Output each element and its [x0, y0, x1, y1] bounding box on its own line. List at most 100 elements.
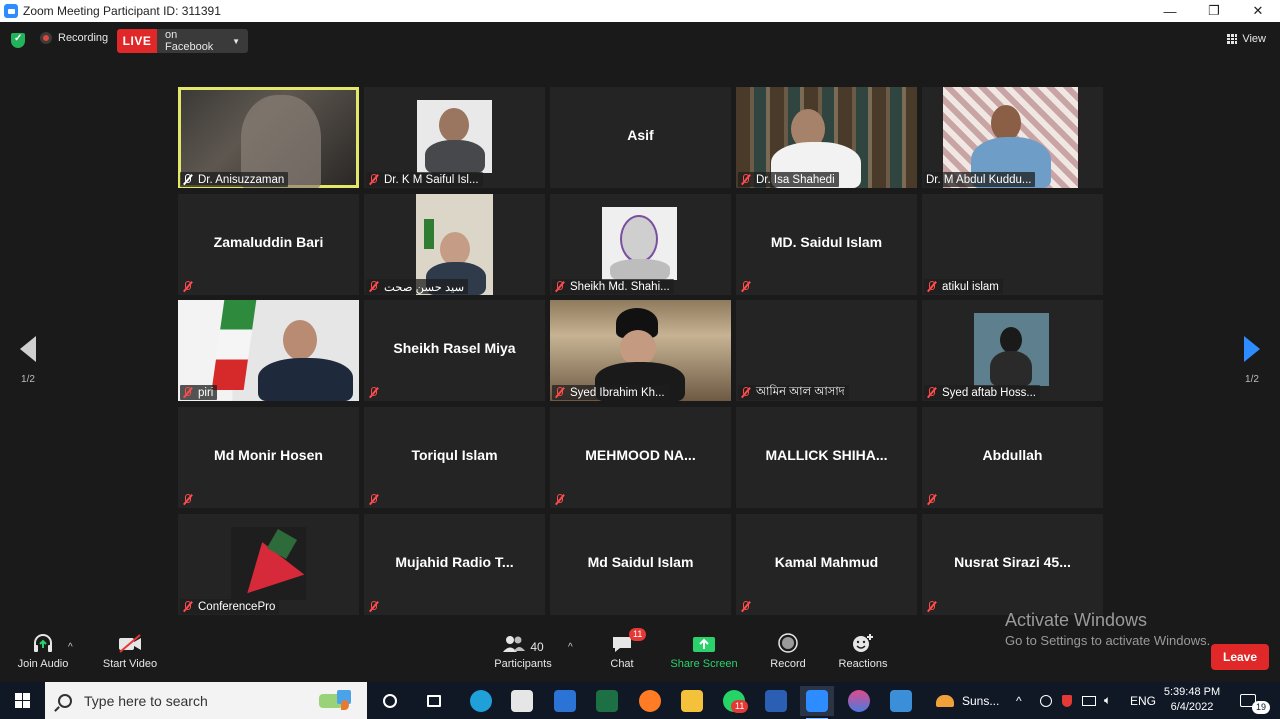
participant-name: MALLICK SHIHA... — [765, 447, 888, 463]
participants-options-caret-icon[interactable]: ^ — [568, 642, 573, 653]
participant-name: Abdullah — [982, 447, 1043, 463]
participant-tile[interactable]: Sheikh Rasel Miya — [364, 300, 545, 401]
taskbar-clock[interactable]: 5:39:48 PM 6/4/2022 — [1162, 685, 1222, 715]
live-badge: LIVE — [117, 29, 157, 53]
record-button[interactable]: Record — [767, 628, 809, 670]
encryption-shield-icon[interactable] — [11, 33, 25, 48]
participant-tile[interactable]: Md Monir Hosen — [178, 407, 359, 508]
previous-page-button[interactable]: 1/2 — [8, 336, 48, 385]
notification-center-button[interactable]: 19 — [1240, 682, 1271, 719]
taskbar-app-mail[interactable] — [548, 686, 582, 716]
participant-name-label: Dr. M Abdul Kuddu... — [924, 172, 1036, 187]
cortana-button[interactable] — [373, 686, 407, 716]
participants-button[interactable]: 40 Participants — [492, 628, 554, 670]
participant-name: Syed aftab Hoss... — [942, 386, 1036, 399]
leave-meeting-button[interactable]: Leave — [1211, 644, 1269, 670]
mail-icon — [554, 690, 576, 712]
window-title: Zoom Meeting Participant ID: 311391 — [23, 4, 221, 18]
participant-tile[interactable]: Mujahid Radio T... — [364, 514, 545, 615]
language-indicator[interactable]: ENG — [1130, 682, 1156, 719]
participant-tile[interactable]: MD. Saidul Islam — [736, 194, 917, 295]
chat-button[interactable]: 11 Chat — [604, 628, 647, 670]
participant-name-label — [924, 599, 946, 614]
mic-muted-icon — [740, 601, 751, 612]
restore-button[interactable]: ❐ — [1192, 0, 1236, 22]
participant-tile[interactable]: Md Saidul Islam — [550, 514, 731, 615]
firefox-icon — [639, 690, 661, 712]
participant-name: MD. Saidul Islam — [770, 234, 883, 250]
audio-options-caret-icon[interactable]: ^ — [68, 642, 73, 653]
participant-tile[interactable]: Sheikh Md. Shahi... — [550, 194, 731, 295]
participant-name: ConferencePro — [198, 600, 276, 613]
taskbar-app-edge[interactable] — [464, 686, 498, 716]
minimize-button[interactable]: — — [1148, 0, 1192, 22]
weather-sun-icon — [936, 694, 954, 707]
task-view-button[interactable] — [417, 686, 451, 716]
taskbar-app-whatsapp[interactable]: 11 — [717, 686, 751, 716]
stream-destination-dropdown[interactable]: on Facebook ▼ — [157, 29, 248, 53]
taskbar-app-drop[interactable] — [842, 686, 876, 716]
participant-tile[interactable]: Dr. Isa Shahedi — [736, 87, 917, 188]
start-button[interactable] — [0, 682, 45, 719]
live-stream-indicator[interactable]: LIVE on Facebook ▼ — [117, 29, 248, 53]
participant-name-label — [366, 385, 388, 400]
reactions-button[interactable]: Reactions — [836, 628, 890, 670]
view-button[interactable]: View — [1227, 33, 1266, 45]
chevron-up-icon: ^ — [1016, 693, 1022, 708]
participant-tile[interactable]: MALLICK SHIHA... — [736, 407, 917, 508]
video-off-icon — [117, 628, 143, 654]
antivirus-shield-icon[interactable] — [1062, 694, 1072, 707]
notification-count: 19 — [1252, 701, 1271, 714]
participant-name-label: ConferencePro — [180, 599, 280, 614]
arrow-left-icon — [20, 336, 36, 362]
volume-icon[interactable]: 🔈︎ — [1104, 693, 1111, 708]
participant-name-label: Syed aftab Hoss... — [924, 385, 1040, 400]
join-audio-button[interactable]: Join Audio — [14, 628, 72, 670]
participant-tile[interactable]: Dr. M Abdul Kuddu... — [922, 87, 1103, 188]
cortana-icon — [383, 694, 397, 708]
taskbar-app-store[interactable] — [505, 686, 539, 716]
participant-name: piri — [198, 386, 214, 399]
taskbar-app-file-explorer[interactable] — [675, 686, 709, 716]
close-button[interactable]: ✕ — [1236, 0, 1280, 22]
taskbar-app-firefox[interactable] — [633, 686, 667, 716]
participant-tile[interactable]: Asif — [550, 87, 731, 188]
participant-tile[interactable]: piri — [178, 300, 359, 401]
reactions-label: Reactions — [838, 658, 888, 670]
participant-tile[interactable]: MEHMOOD NA... — [550, 407, 731, 508]
participant-tile[interactable]: Dr. Anisuzzaman — [178, 87, 359, 188]
start-video-label: Start Video — [102, 658, 158, 670]
participant-tile[interactable]: Dr. K M Saiful Isl... — [364, 87, 545, 188]
taskbar-app-photos[interactable] — [884, 686, 918, 716]
participant-tile[interactable]: Nusrat Sirazi 45... — [922, 514, 1103, 615]
tray-app-icon[interactable] — [1040, 694, 1052, 707]
taskbar-app-word[interactable] — [759, 686, 793, 716]
tray-overflow-button[interactable]: ^ — [1016, 682, 1022, 719]
participant-tile[interactable]: Toriqul Islam — [364, 407, 545, 508]
participant-tile[interactable]: atikul islam — [922, 194, 1103, 295]
participant-tile[interactable]: Abdullah — [922, 407, 1103, 508]
participant-tile[interactable]: سید حسن صحت — [364, 194, 545, 295]
network-icon[interactable] — [1082, 695, 1096, 706]
windows-taskbar: Type here to search 11 Suns... ^ 🔈︎ ENG … — [0, 682, 1280, 719]
participant-tile[interactable]: Zamaluddin Bari — [178, 194, 359, 295]
recording-indicator[interactable]: Recording — [40, 32, 108, 44]
participant-name-label — [924, 492, 946, 507]
title-bar: Zoom Meeting Participant ID: 311391 — ❐ … — [0, 0, 1280, 22]
next-page-button[interactable]: 1/2 — [1232, 336, 1272, 385]
participant-tile[interactable]: Syed Ibrahim Kh... — [550, 300, 731, 401]
taskbar-app-zoom[interactable] — [800, 686, 834, 719]
weather-widget[interactable]: Suns... — [936, 682, 999, 719]
share-screen-button[interactable]: Share Screen — [670, 628, 738, 670]
participant-name: Nusrat Sirazi 45... — [954, 554, 1071, 570]
participant-tile[interactable]: ConferencePro — [178, 514, 359, 615]
grid-view-icon — [1227, 34, 1238, 44]
participant-name: Md Saidul Islam — [587, 554, 694, 570]
participant-tile[interactable]: Syed aftab Hoss... — [922, 300, 1103, 401]
participant-name: Zamaluddin Bari — [213, 234, 324, 250]
participant-tile[interactable]: আমিন আল আসাদ — [736, 300, 917, 401]
participant-tile[interactable]: Kamal Mahmud — [736, 514, 917, 615]
taskbar-search-box[interactable]: Type here to search — [45, 682, 367, 719]
taskbar-app-excel[interactable] — [590, 686, 624, 716]
start-video-button[interactable]: Start Video — [100, 628, 160, 670]
